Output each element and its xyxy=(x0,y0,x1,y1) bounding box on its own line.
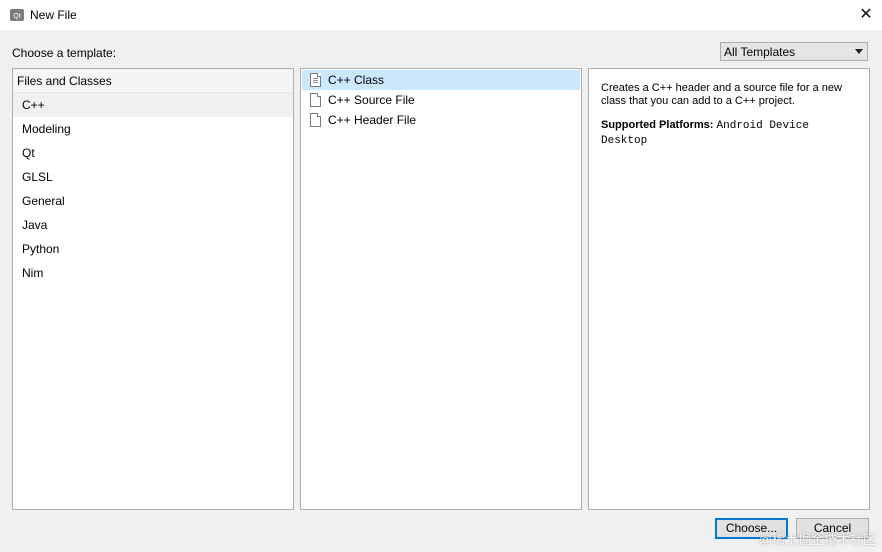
template-description: Creates a C++ header and a source file f… xyxy=(601,82,842,107)
template-filter-value: All Templates xyxy=(724,45,796,59)
template-item-cpp-class[interactable]: C++ Class xyxy=(302,70,580,90)
template-item-cpp-source-file[interactable]: C++ Source File xyxy=(302,90,580,110)
template-item-label: C++ Header File xyxy=(328,113,417,127)
svg-text:Qt: Qt xyxy=(13,13,20,20)
watermark: @稀土掘金技术社区 xyxy=(758,532,876,547)
template-item-label: C++ Source File xyxy=(328,93,415,107)
platform-android: Android Device xyxy=(716,120,809,132)
qt-creator-icon: Qt xyxy=(10,9,24,21)
file-icon xyxy=(310,113,321,127)
chevron-down-icon xyxy=(855,49,863,54)
file-icon xyxy=(310,73,321,87)
file-icon xyxy=(310,93,321,107)
category-item-cpp[interactable]: C++ xyxy=(13,93,293,117)
category-item-python[interactable]: Python xyxy=(13,237,293,261)
window-title: New File xyxy=(30,8,77,22)
category-item-qt[interactable]: Qt xyxy=(13,141,293,165)
category-item-java[interactable]: Java xyxy=(13,213,293,237)
supported-platforms-label: Supported Platforms: xyxy=(601,119,714,131)
template-list: C++ Class C++ Source File C++ Header Fil… xyxy=(300,68,582,510)
category-list: Files and Classes C++ Modeling Qt GLSL G… xyxy=(12,68,294,510)
template-details: Creates a C++ header and a source file f… xyxy=(588,68,870,510)
category-item-glsl[interactable]: GLSL xyxy=(13,165,293,189)
title-bar: Qt New File ✕ xyxy=(0,0,882,30)
template-item-label: C++ Class xyxy=(328,73,385,87)
platform-desktop: Desktop xyxy=(601,135,648,147)
category-item-general[interactable]: General xyxy=(13,189,293,213)
choose-template-label: Choose a template: xyxy=(12,46,117,60)
category-item-modeling[interactable]: Modeling xyxy=(13,117,293,141)
category-item-nim[interactable]: Nim xyxy=(13,261,293,285)
template-filter-dropdown[interactable]: All Templates xyxy=(720,42,868,61)
supported-platforms: Supported Platforms: Android Device Desk… xyxy=(589,108,869,148)
template-item-cpp-header-file[interactable]: C++ Header File xyxy=(302,110,580,130)
category-group-header: Files and Classes xyxy=(13,69,293,93)
close-icon[interactable]: ✕ xyxy=(852,3,880,27)
